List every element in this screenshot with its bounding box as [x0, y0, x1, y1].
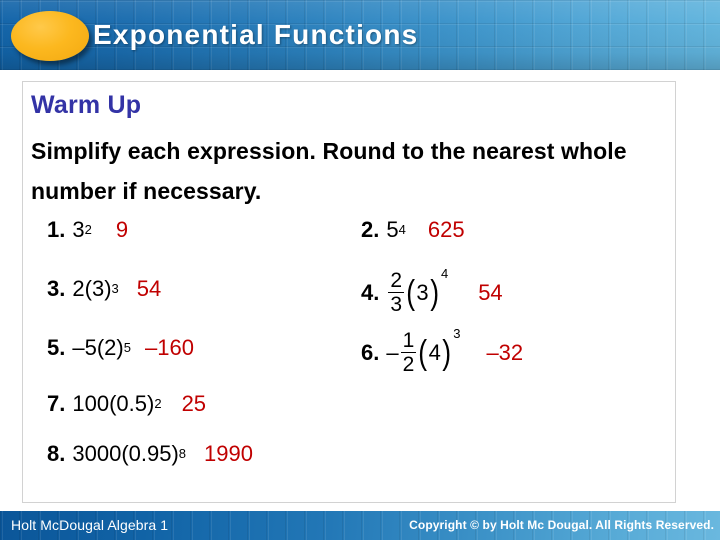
expression-base: 3	[72, 217, 85, 242]
problem-answer: –160	[144, 335, 194, 360]
problem-number: 2.	[361, 217, 380, 242]
table-row: 3. 2(3) 3 54 4. 2 3(3) 4 54	[23, 266, 677, 328]
expression-paren-open: (	[96, 335, 105, 360]
problem-item-1: 1. 32 9	[47, 217, 128, 243]
problem-number: 1.	[47, 217, 66, 242]
problem-answer: 1990	[204, 441, 253, 466]
footer-copyright: Copyright © by Holt Mc Dougal. All Right…	[409, 518, 714, 532]
problem-expression: 100(0.5) 2	[72, 391, 162, 416]
problem-item-3: 3. 2(3) 3 54	[47, 276, 161, 302]
content-panel: Warm Up Simplify each expression. Round …	[22, 81, 676, 503]
problem-number: 5.	[47, 335, 66, 360]
problem-expression: –1 2(4) 3	[386, 326, 460, 376]
slide-footer: Holt McDougal Algebra 1 Copyright © by H…	[0, 511, 720, 540]
table-row: 1. 32 9 2. 54 625	[23, 213, 677, 270]
expression-paren-close: )	[442, 333, 451, 372]
expression-paren-close: )	[104, 276, 112, 301]
problem-expression: –5(2) 5	[72, 335, 131, 360]
expression-exponent: 3	[453, 326, 461, 341]
problem-expression: 54	[386, 217, 406, 242]
expression-paren-open: (	[418, 333, 428, 372]
expression-base: 0.95	[128, 441, 172, 466]
expression-coefficient: 100	[72, 391, 110, 416]
expression-paren-open: (	[121, 441, 129, 466]
expression-coefficient: 3000	[72, 441, 122, 466]
expression-paren-open: (	[406, 273, 416, 312]
problem-expression: 2(3) 3	[72, 276, 119, 301]
expression-base: 2	[104, 335, 117, 360]
instructions-text: Simplify each expression. Round to the n…	[31, 138, 627, 204]
slide-header: Exponential Functions	[0, 0, 720, 70]
expression-base: 0.5	[116, 391, 147, 416]
problem-answer: 25	[181, 391, 207, 416]
problem-answer: 9	[115, 217, 129, 242]
title-bullet-ellipse-icon	[11, 11, 89, 61]
problem-answer: 54	[478, 279, 503, 305]
problem-expression: 2 3(3) 4	[386, 266, 448, 316]
footer-book-label: Holt McDougal Algebra 1	[11, 517, 169, 533]
expression-fraction: 12	[400, 329, 417, 376]
table-row: 5. –5(2) 5 –160 6. –1 2(4) 3 –32	[23, 326, 677, 388]
expression-exponent: 4	[440, 266, 449, 281]
table-row: 8. 3000(0.95) 8 1990	[23, 438, 677, 488]
expression-paren-close: )	[429, 273, 439, 312]
problem-item-7: 7. 100(0.5) 2 25	[47, 391, 206, 417]
fraction-denominator: 3	[390, 293, 403, 316]
problem-expression: 32	[72, 217, 92, 242]
problem-list: 1. 32 9 2. 54 625 3. 2(3) 3 54 4. 2 3(3) 4 …	[23, 213, 677, 488]
expression-paren-open: (	[84, 276, 92, 301]
expression-base: 3	[416, 279, 429, 305]
page-title: Exponential Functions	[93, 19, 419, 50]
problem-item-5: 5. –5(2) 5 –160	[47, 335, 194, 361]
table-row: 7. 100(0.5) 2 25	[23, 388, 677, 438]
problem-item-6: 6. –1 2(4) 3 –32	[361, 326, 524, 376]
expression-fraction: 23	[388, 269, 405, 316]
expression-paren-close: )	[116, 335, 124, 360]
problem-answer: –32	[486, 339, 524, 365]
expression-paren-close: )	[171, 441, 179, 466]
problem-answer: 625	[427, 217, 465, 242]
problem-number: 7.	[47, 391, 66, 416]
expression-paren-close: )	[147, 391, 155, 416]
expression-base: 4	[428, 339, 441, 365]
expression-sign: –	[386, 339, 399, 365]
fraction-denominator: 2	[402, 353, 415, 376]
problem-item-4: 4. 2 3(3) 4 54	[361, 266, 503, 316]
problem-number: 6.	[361, 339, 380, 365]
problem-item-2: 2. 54 625	[361, 217, 465, 243]
expression-coefficient: 2	[72, 276, 85, 301]
fraction-numerator: 2	[390, 269, 403, 292]
problem-expression: 3000(0.95) 8	[72, 441, 187, 466]
problem-number: 4.	[361, 279, 380, 305]
problem-number: 8.	[47, 441, 66, 466]
expression-base: 3	[91, 276, 105, 301]
warmup-heading: Warm Up	[31, 91, 142, 119]
problem-item-8: 8. 3000(0.95) 8 1990	[47, 441, 253, 467]
problem-number: 3.	[47, 276, 66, 301]
expression-base: 5	[386, 217, 399, 242]
fraction-numerator: 1	[402, 329, 415, 352]
expression-paren-open: (	[109, 391, 117, 416]
expression-coefficient: –5	[72, 335, 97, 360]
problem-answer: 54	[136, 276, 162, 301]
